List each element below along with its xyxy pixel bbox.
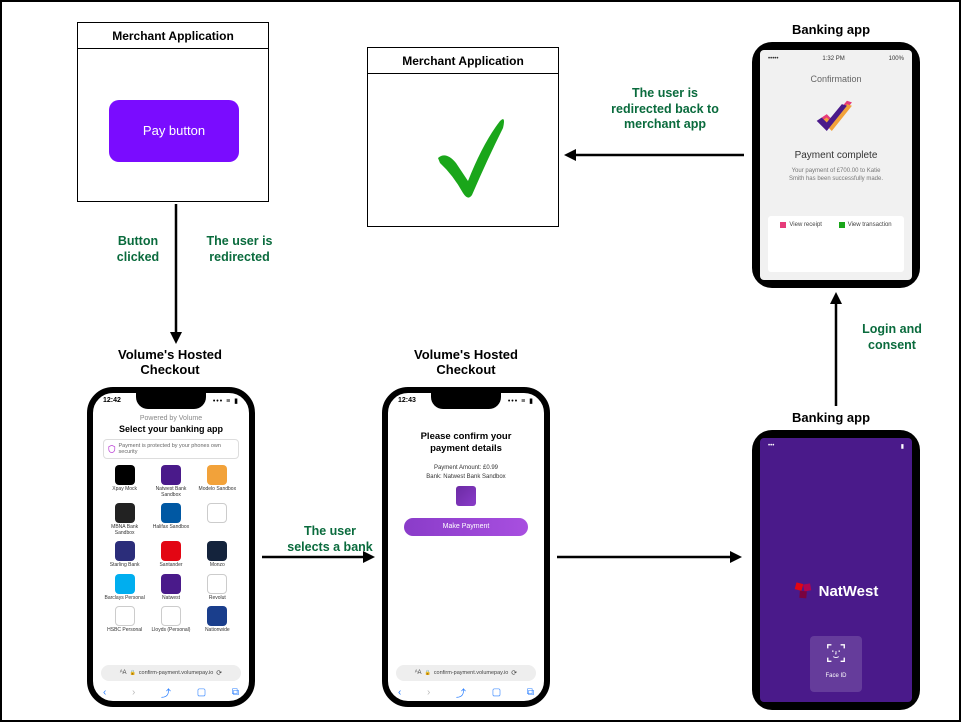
caption-login-consent: Login and consent (852, 322, 932, 353)
status-time: 12:42 (103, 397, 121, 404)
volume-checkout-1: 12:42 ••• ≡ ▮ Powered by Volume Select y… (87, 387, 255, 707)
banking-app-confirm: •••••1:32 PM100% Confirmation Payment co… (752, 42, 920, 288)
merchant-app-after: Merchant Application (367, 47, 559, 227)
share-icon[interactable]: ⤴ (456, 685, 466, 700)
bank-option[interactable] (196, 503, 239, 536)
bank-option[interactable]: Revolut (196, 574, 239, 602)
share-icon[interactable]: ⤴ (161, 685, 171, 700)
faceid-icon (825, 642, 847, 664)
back-icon[interactable]: ‹ (103, 687, 106, 698)
bank-grid: Xpay MockNatwest Bank SandboxModelo Sand… (103, 465, 239, 634)
safari-toolbar: ‹ › ⤴ ▢ ⧉ (398, 685, 534, 699)
powered-by: Powered by Volume (93, 415, 249, 422)
view-receipt-button[interactable]: View receipt (780, 222, 822, 228)
bank-option[interactable]: Lloyds (Personal) (149, 606, 192, 634)
caption-redirected: The user is redirected (197, 234, 282, 265)
shield-icon (108, 445, 116, 453)
payment-details: Payment Amount: £0.99Bank: Natwest Bank … (388, 464, 544, 482)
bookmarks-icon[interactable]: ▢ (197, 687, 206, 698)
banking-app-login-label: Banking app (792, 410, 870, 425)
bank-option[interactable]: Natwest (149, 574, 192, 602)
natwest-brand: NatWest (794, 581, 879, 601)
caption-selects-bank: The user selects a bank (285, 524, 375, 555)
bank-option[interactable]: Santander (149, 541, 192, 569)
status-icons: ••• ≡ ▮ (508, 397, 534, 405)
faceid-prompt[interactable]: Face ID (810, 636, 862, 692)
forward-icon[interactable]: › (427, 687, 430, 698)
merchant-title: Merchant Application (78, 23, 268, 49)
bank-option[interactable]: MBNA Bank Sandbox (103, 503, 146, 536)
forward-icon[interactable]: › (132, 687, 135, 698)
bank-option[interactable]: Monzo (196, 541, 239, 569)
arrow-up-icon (826, 292, 846, 406)
checkmark-icon (428, 103, 508, 203)
caption-redirected-back: The user is redirected back to merchant … (610, 86, 720, 133)
selected-bank-icon (456, 486, 476, 506)
status-bar: •••▮ (768, 443, 904, 450)
back-icon[interactable]: ‹ (398, 687, 401, 698)
confirmation-title: Confirmation (760, 74, 912, 84)
diagram-canvas: Merchant Application Pay button Merchant… (0, 0, 961, 722)
status-icons: ••• ≡ ▮ (213, 397, 239, 405)
bookmarks-icon[interactable]: ▢ (492, 687, 501, 698)
safari-toolbar: ‹ › ⤴ ▢ ⧉ (103, 685, 239, 699)
merchant-app-before: Merchant Application Pay button (77, 22, 269, 202)
bank-option[interactable]: Xpay Mock (103, 465, 146, 498)
confirm-title: Please confirm your payment details (388, 431, 544, 456)
tabs-icon[interactable]: ⧉ (527, 687, 534, 698)
merchant-title: Merchant Application (368, 48, 558, 74)
bank-option[interactable]: Natwest Bank Sandbox (149, 465, 192, 498)
banking-app-login: •••▮ NatWest Face ID (752, 430, 920, 710)
payment-detail: Your payment of £700.00 to KatieSmith ha… (760, 168, 912, 184)
volume-checkout-1-label: Volume's Hosted Checkout (100, 347, 240, 377)
arrow-left-icon (564, 145, 744, 165)
bank-option[interactable]: HSBC Personal (103, 606, 146, 634)
natwest-logo-icon (794, 581, 814, 601)
pay-button[interactable]: Pay button (109, 100, 239, 162)
banking-app-confirm-label: Banking app (792, 22, 870, 37)
arrow-down-icon (166, 204, 186, 344)
status-time: 12:43 (398, 397, 416, 404)
payment-complete-icon (815, 94, 857, 136)
bank-option[interactable]: Barclays Personal (103, 574, 146, 602)
caption-button-clicked: Button clicked (109, 234, 167, 265)
address-bar[interactable]: ᴬA 🔒 confirm-payment.volumepay.io ⟳ (101, 665, 241, 681)
tabs-icon[interactable]: ⧉ (232, 687, 239, 698)
bank-option[interactable]: Nationwide (196, 606, 239, 634)
payment-complete-headline: Payment complete (760, 150, 912, 161)
bank-option[interactable]: Starling Bank (103, 541, 146, 569)
bank-option[interactable]: Halifax Sandbox (149, 503, 192, 536)
bank-option[interactable]: Modelo Sandbox (196, 465, 239, 498)
volume-checkout-2: 12:43 ••• ≡ ▮ Please confirm your paymen… (382, 387, 550, 707)
view-transaction-button[interactable]: View transaction (839, 222, 892, 228)
status-bar: •••••1:32 PM100% (768, 56, 904, 62)
select-bank-title: Select your banking app (93, 424, 249, 434)
security-notice: Payment is protected by your phones own … (103, 439, 239, 459)
volume-checkout-2-label: Volume's Hosted Checkout (396, 347, 536, 377)
arrow-right-icon (557, 547, 742, 567)
make-payment-button[interactable]: Make Payment (404, 518, 528, 536)
address-bar[interactable]: ᴬA 🔒 confirm-payment.volumepay.io ⟳ (396, 665, 536, 681)
confirm-actions: View receipt View transaction (768, 216, 904, 272)
